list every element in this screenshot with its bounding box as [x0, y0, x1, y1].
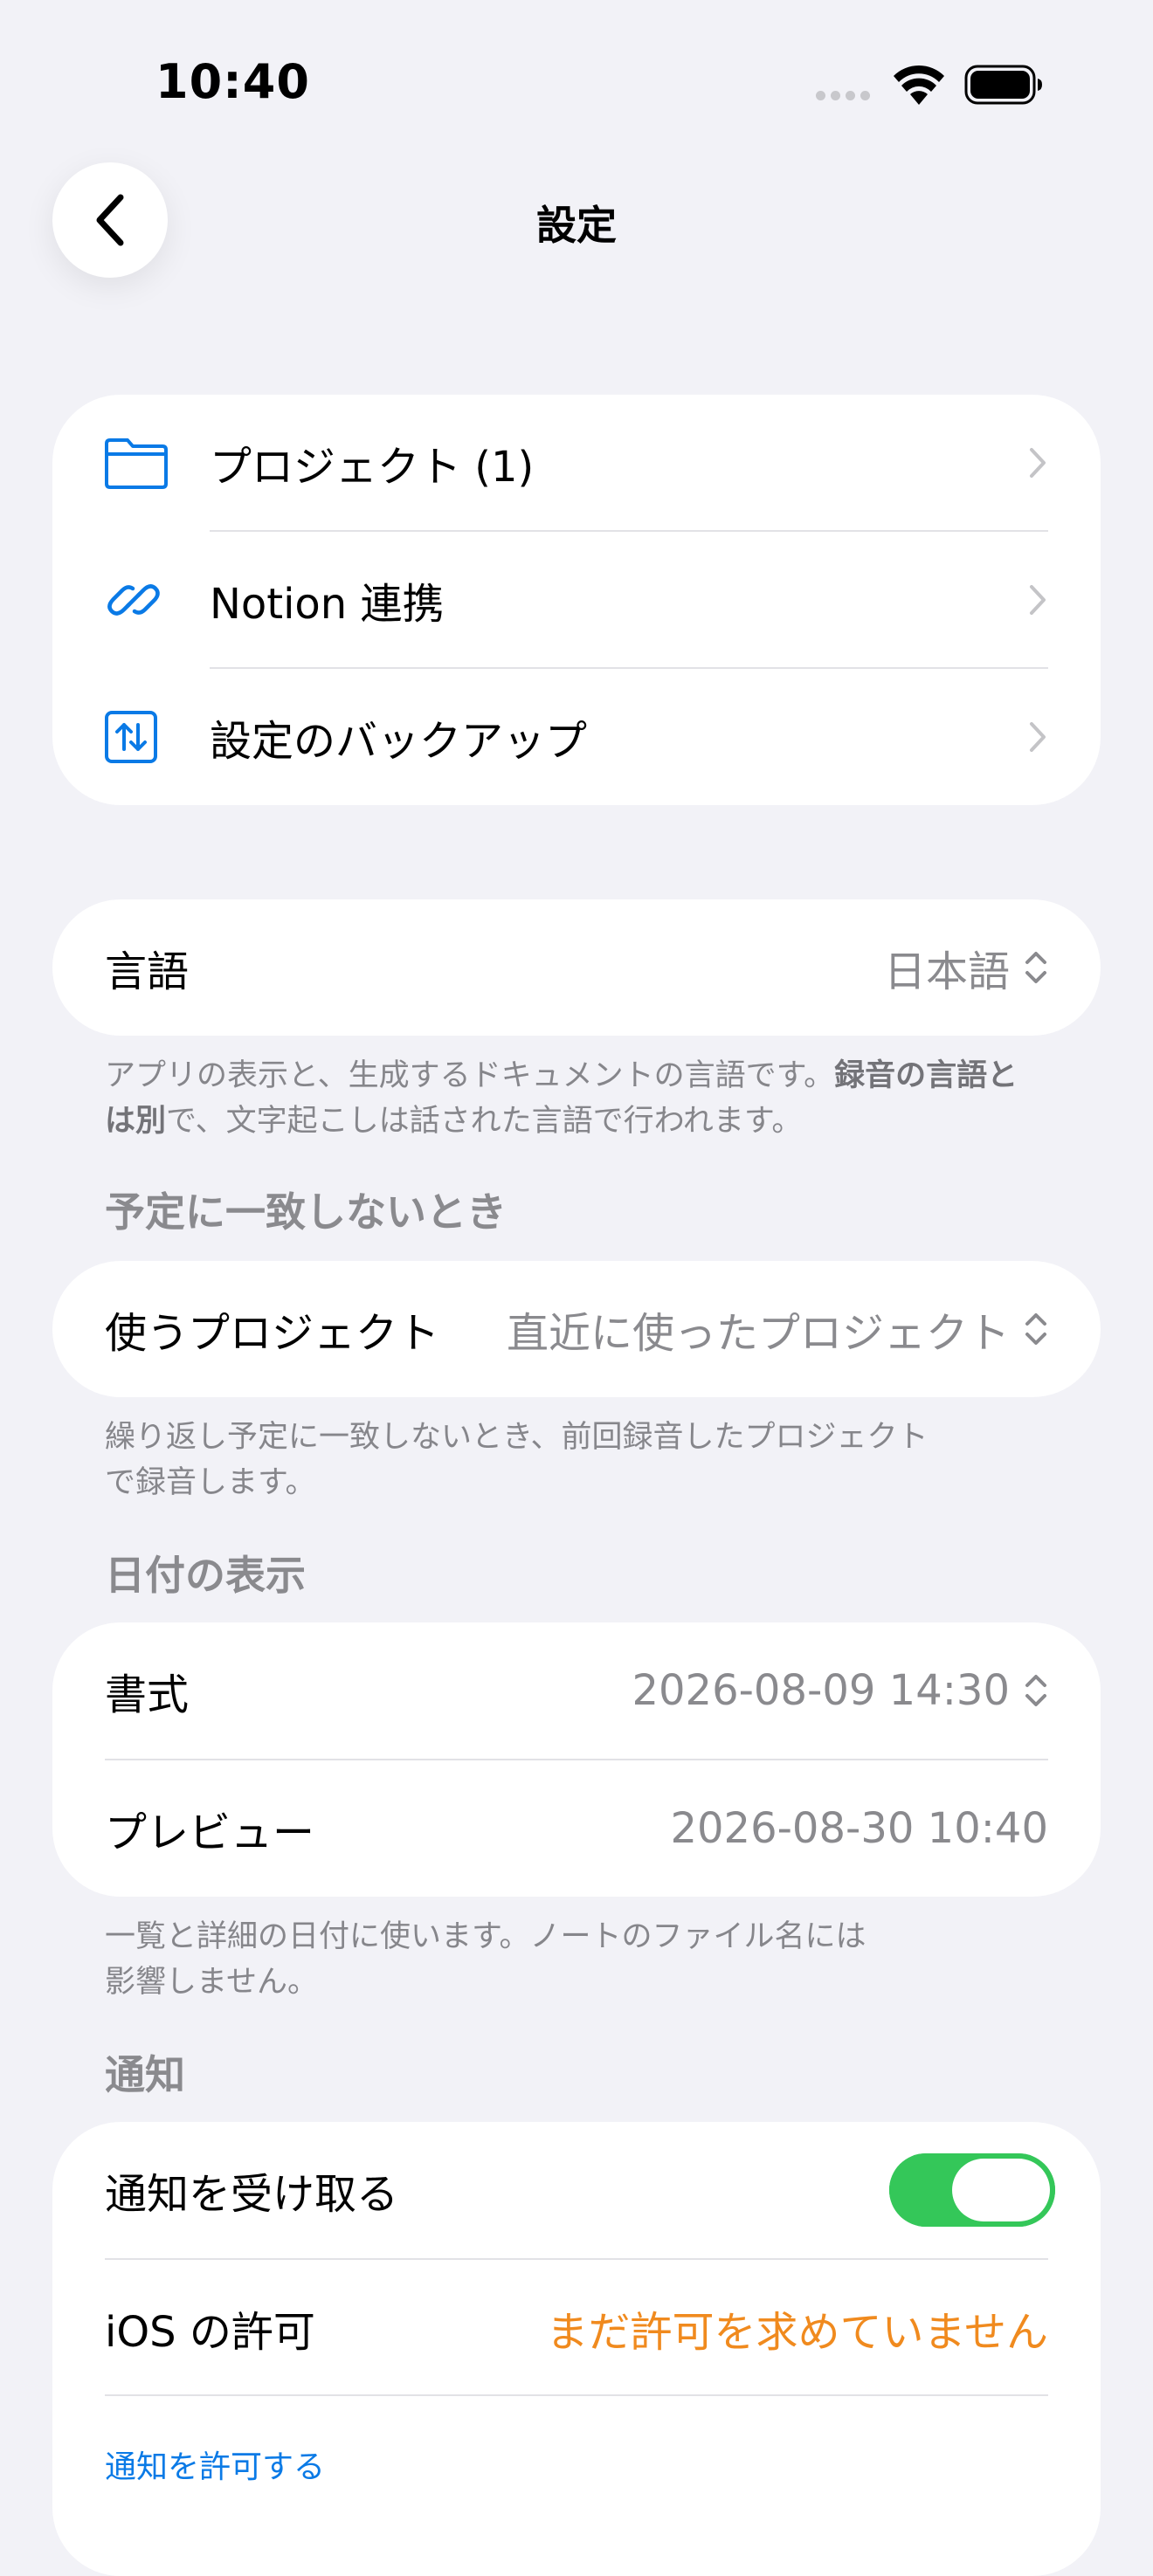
folder-icon: [105, 438, 168, 489]
section-header-date: 日付の表示: [105, 1552, 306, 1599]
date-card: 書式 2026-08-09 14:30 プレビュー 2026-08-30 10:…: [52, 1622, 1101, 1897]
date-format-value[interactable]: 2026-08-09 14:30: [632, 1666, 1048, 1715]
section-header-unmatched: 予定に一致しないとき: [105, 1188, 507, 1236]
notifications-card: 通知を受け取る iOS の許可 まだ許可を求めていません 通知を許可する: [52, 2122, 1101, 2576]
row-backup-label: 設定のバックアップ: [210, 717, 588, 766]
chevron-right-icon: [1030, 722, 1046, 752]
language-value-text: 日本語: [883, 947, 1010, 996]
wifi-icon: [894, 65, 944, 105]
settings-group-main: プロジェクト (1) Notion 連携 設定のバックアップ: [52, 395, 1101, 805]
row-ios-permission: iOS の許可 まだ許可を求めていません: [52, 2260, 1101, 2396]
date-format-value-text: 2026-08-09 14:30: [632, 1666, 1010, 1715]
chevron-up-down-icon: [1025, 952, 1046, 983]
unmatched-card: 使うプロジェクト 直近に使ったプロジェクト: [52, 1261, 1101, 1397]
receive-notifications-toggle[interactable]: [889, 2153, 1055, 2227]
language-footnote: アプリの表示と、生成するドキュメントの言語です。録音の言語とは別で、文字起こしは…: [105, 1053, 1048, 1144]
toggle-knob: [952, 2159, 1050, 2221]
link-icon: [107, 584, 160, 616]
use-project-label: 使うプロジェクト: [105, 1309, 440, 1358]
chevron-right-icon: [1030, 585, 1046, 615]
row-projects-label: プロジェクト (1): [210, 443, 535, 492]
use-project-value[interactable]: 直近に使ったプロジェクト: [507, 1298, 1048, 1360]
row-projects[interactable]: プロジェクト (1): [52, 395, 1101, 531]
ios-permission-status: まだ許可を求めていません: [546, 2308, 1048, 2357]
unmatched-footnote-line2: で録音します。: [105, 1465, 316, 1500]
unmatched-footnote-line1: 繰り返し予定に一致しないとき、前回録音したプロジェクト: [105, 1420, 929, 1455]
allow-notifications-link[interactable]: 通知を許可する: [105, 2442, 325, 2487]
row-language[interactable]: 言語 日本語: [52, 899, 1101, 1036]
status-time: 10:40: [155, 54, 310, 109]
use-project-value-text: 直近に使ったプロジェクト: [506, 1309, 1010, 1358]
language-card: 言語 日本語: [52, 899, 1101, 1036]
ios-permission-label: iOS の許可: [105, 2308, 315, 2357]
date-footnote: 一覧と詳細の日付に使います。ノートのファイル名には 影響しません。: [105, 1914, 1048, 2005]
unmatched-footnote: 繰り返し予定に一致しないとき、前回録音したプロジェクト で録音します。: [105, 1415, 1048, 1505]
row-receive-notifications: 通知を受け取る: [52, 2122, 1101, 2258]
chevron-up-down-icon: [1025, 1675, 1046, 1706]
page-title: 設定: [536, 202, 617, 249]
section-header-notifications: 通知: [105, 2051, 185, 2098]
cellular-signal-icon: [816, 91, 870, 100]
row-use-project[interactable]: 使うプロジェクト 直近に使ったプロジェクト: [52, 1261, 1101, 1397]
date-footnote-line2: 影響しません。: [105, 1965, 318, 2000]
chevron-up-down-icon: [1025, 1313, 1046, 1345]
receive-notifications-label: 通知を受け取る: [105, 2170, 399, 2219]
row-date-format[interactable]: 書式 2026-08-09 14:30: [52, 1622, 1101, 1759]
language-label: 言語: [105, 947, 190, 996]
date-preview-value: 2026-08-30 10:40: [670, 1804, 1048, 1853]
battery-icon: [964, 65, 1042, 105]
language-value[interactable]: 日本語: [884, 937, 1048, 998]
date-format-label: 書式: [105, 1670, 190, 1719]
date-preview-label: プレビュー: [105, 1808, 315, 1857]
date-footnote-line1: 一覧と詳細の日付に使います。ノートのファイル名には: [105, 1919, 866, 1954]
row-notion-label: Notion 連携: [210, 580, 445, 629]
transfer-arrows-icon: [105, 711, 157, 763]
chevron-right-icon: [1030, 448, 1046, 478]
divider: [105, 2394, 1048, 2396]
row-backup[interactable]: 設定のバックアップ: [52, 669, 1101, 805]
language-footnote-text-2: で、文字起こしは話された言語で行われます。: [166, 1104, 803, 1139]
row-notion[interactable]: Notion 連携: [52, 532, 1101, 668]
row-date-preview: プレビュー 2026-08-30 10:40: [52, 1760, 1101, 1897]
language-footnote-text: アプリの表示と、生成するドキュメントの言語です。: [105, 1058, 835, 1093]
